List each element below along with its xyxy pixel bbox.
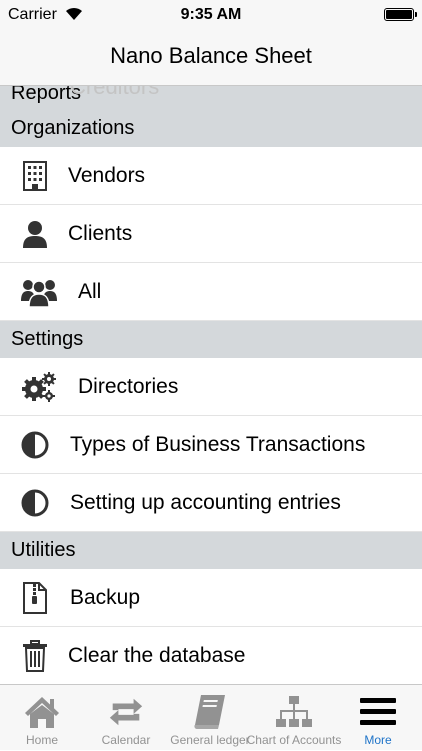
- menu-item-business-transaction-types[interactable]: Types of Business Transactions: [0, 416, 422, 474]
- tab-bar: Home Calendar General ledger Chart of Ac…: [0, 684, 422, 750]
- menu-item-clear-database[interactable]: Clear the database: [0, 627, 422, 684]
- menu-list[interactable]: Creditors Reports Organizations Vendors …: [0, 86, 422, 684]
- half-circle-icon: [20, 430, 50, 460]
- navigation-bar: Nano Balance Sheet: [0, 30, 422, 86]
- gears-icon: [20, 372, 58, 402]
- menu-item-label: Vendors: [68, 164, 146, 187]
- tab-chart-of-accounts[interactable]: Chart of Accounts: [247, 685, 341, 751]
- zip-file-icon: [20, 582, 50, 614]
- section-title: Settings: [11, 328, 84, 350]
- menu-item-directories[interactable]: Directories: [0, 358, 422, 416]
- tab-calendar[interactable]: Calendar: [84, 685, 168, 751]
- section-header-organizations: Organizations: [0, 110, 422, 147]
- section-header-utilities: Utilities: [0, 532, 422, 569]
- home-icon: [23, 693, 61, 731]
- half-circle-icon: [20, 488, 50, 518]
- menu-item-clients[interactable]: Clients: [0, 205, 422, 263]
- tab-home[interactable]: Home: [0, 685, 84, 751]
- section-title: Utilities: [11, 539, 76, 561]
- group-icon: [20, 277, 58, 307]
- trash-icon: [20, 640, 50, 672]
- tab-more[interactable]: More: [336, 685, 420, 751]
- menu-item-label: Clients: [68, 222, 133, 245]
- menu-item-label: Setting up accounting entries: [70, 491, 341, 514]
- menu-icon: [359, 693, 397, 731]
- person-icon: [20, 219, 50, 249]
- menu-item-accounting-entries[interactable]: Setting up accounting entries: [0, 474, 422, 532]
- menu-item-all[interactable]: All: [0, 263, 422, 321]
- section-header-reports: Reports: [0, 86, 422, 110]
- menu-item-vendors[interactable]: Vendors: [0, 147, 422, 205]
- tab-general-ledger[interactable]: General ledger: [168, 685, 252, 751]
- scrolled-label: Creditors: [70, 86, 160, 99]
- battery-icon: [384, 8, 417, 21]
- page-title: Nano Balance Sheet: [110, 43, 312, 68]
- menu-item-backup[interactable]: Backup: [0, 569, 422, 627]
- menu-item-label: Backup: [70, 586, 141, 609]
- repeat-icon: [107, 693, 145, 731]
- status-bar: Carrier 9:35 AM: [0, 0, 422, 30]
- menu-item-label: All: [78, 280, 102, 303]
- clock: 9:35 AM: [180, 6, 242, 23]
- building-icon: [20, 161, 50, 191]
- section-header-settings: Settings: [0, 321, 422, 358]
- section-title: Organizations: [11, 117, 135, 139]
- menu-item-label: Types of Business Transactions: [70, 433, 366, 456]
- menu-item-label: Clear the database: [68, 644, 246, 667]
- menu-item-label: Directories: [78, 375, 179, 398]
- book-icon: [191, 693, 229, 731]
- tab-label: More: [364, 733, 392, 747]
- hierarchy-icon: [275, 693, 313, 731]
